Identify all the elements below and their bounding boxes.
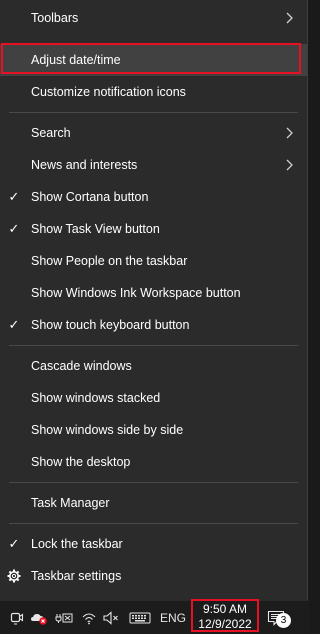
meet-now-icon[interactable] xyxy=(8,601,26,634)
menu-item-show-windows-side-by-side[interactable]: Show windows side by side xyxy=(0,414,307,446)
menu-item-label: Show Windows Ink Workspace button xyxy=(31,286,241,300)
menu-item-show-windows-stacked[interactable]: Show windows stacked xyxy=(0,382,307,414)
chevron-right-icon xyxy=(286,159,293,171)
power-battery-icon[interactable] xyxy=(54,601,74,634)
menu-item-show-task-view[interactable]: ✓ Show Task View button xyxy=(0,213,307,245)
notification-count-badge: 3 xyxy=(276,613,291,628)
clock-time: 9:50 AM xyxy=(202,602,248,616)
menu-item-label: Customize notification icons xyxy=(31,85,186,99)
menu-item-news-and-interests[interactable]: News and interests xyxy=(0,149,307,181)
menu-item-cascade-windows[interactable]: Cascade windows xyxy=(0,350,307,382)
menu-item-label: Lock the taskbar xyxy=(31,537,123,551)
chevron-right-icon xyxy=(286,12,293,24)
checkmark-icon: ✓ xyxy=(8,317,20,332)
clock-date: 12/9/2022 xyxy=(198,617,252,631)
menu-item-label: Show windows stacked xyxy=(31,391,161,405)
menu-item-label: Show the desktop xyxy=(31,455,131,469)
clock[interactable]: 9:50 AM 12/9/2022 xyxy=(192,601,258,634)
menu-item-show-touch-keyboard[interactable]: ✓ Show touch keyboard button xyxy=(0,309,307,341)
checkmark-icon: ✓ xyxy=(8,221,20,236)
menu-item-show-ink-workspace[interactable]: Show Windows Ink Workspace button xyxy=(0,277,307,309)
menu-item-label: Show People on the taskbar xyxy=(31,254,188,268)
menu-item-toolbars[interactable]: Toolbars xyxy=(0,2,307,34)
language-indicator[interactable]: ENG xyxy=(158,601,188,634)
menu-separator xyxy=(9,482,298,483)
menu-item-adjust-datetime[interactable]: Adjust date/time xyxy=(0,44,307,76)
menu-item-search[interactable]: Search xyxy=(0,117,307,149)
volume-muted-icon[interactable] xyxy=(101,601,121,634)
menu-item-label: Show touch keyboard button xyxy=(31,318,190,332)
menu-item-label: Cascade windows xyxy=(31,359,132,373)
menu-item-label: Show windows side by side xyxy=(31,423,184,437)
menu-item-lock-taskbar[interactable]: ✓ Lock the taskbar xyxy=(0,528,307,560)
menu-item-taskbar-settings[interactable]: Taskbar settings xyxy=(0,560,307,592)
menu-item-label: Show Task View button xyxy=(31,222,160,236)
menu-item-show-desktop[interactable]: Show the desktop xyxy=(0,446,307,478)
menu-item-label: Taskbar settings xyxy=(31,569,122,583)
gear-icon xyxy=(7,560,21,594)
onedrive-error-icon[interactable] xyxy=(29,601,51,634)
checkmark-icon: ✓ xyxy=(8,536,20,551)
chevron-right-icon xyxy=(286,127,293,139)
taskbar: ENG 9:50 AM 12/9/2022 3 xyxy=(0,599,309,634)
menu-item-show-people[interactable]: Show People on the taskbar xyxy=(0,245,307,277)
menu-separator xyxy=(9,345,298,346)
menu-item-customize-notification-icons[interactable]: Customize notification icons xyxy=(0,76,307,108)
checkmark-icon: ✓ xyxy=(8,189,20,204)
menu-separator xyxy=(9,523,298,524)
menu-item-show-cortana[interactable]: ✓ Show Cortana button xyxy=(0,181,307,213)
wifi-icon[interactable] xyxy=(80,601,98,634)
menu-item-label: Toolbars xyxy=(31,11,79,25)
menu-item-label: News and interests xyxy=(31,158,138,172)
menu-item-label: Adjust date/time xyxy=(31,53,121,67)
touch-keyboard-icon[interactable] xyxy=(127,601,153,634)
taskbar-context-menu: Toolbars Adjust date/time Customize noti… xyxy=(0,0,308,600)
menu-separator xyxy=(9,112,298,113)
menu-item-label: Task Manager xyxy=(31,496,110,510)
menu-item-task-manager[interactable]: Task Manager xyxy=(0,487,307,519)
menu-item-label: Show Cortana button xyxy=(31,190,149,204)
menu-item-label: Search xyxy=(31,126,71,140)
